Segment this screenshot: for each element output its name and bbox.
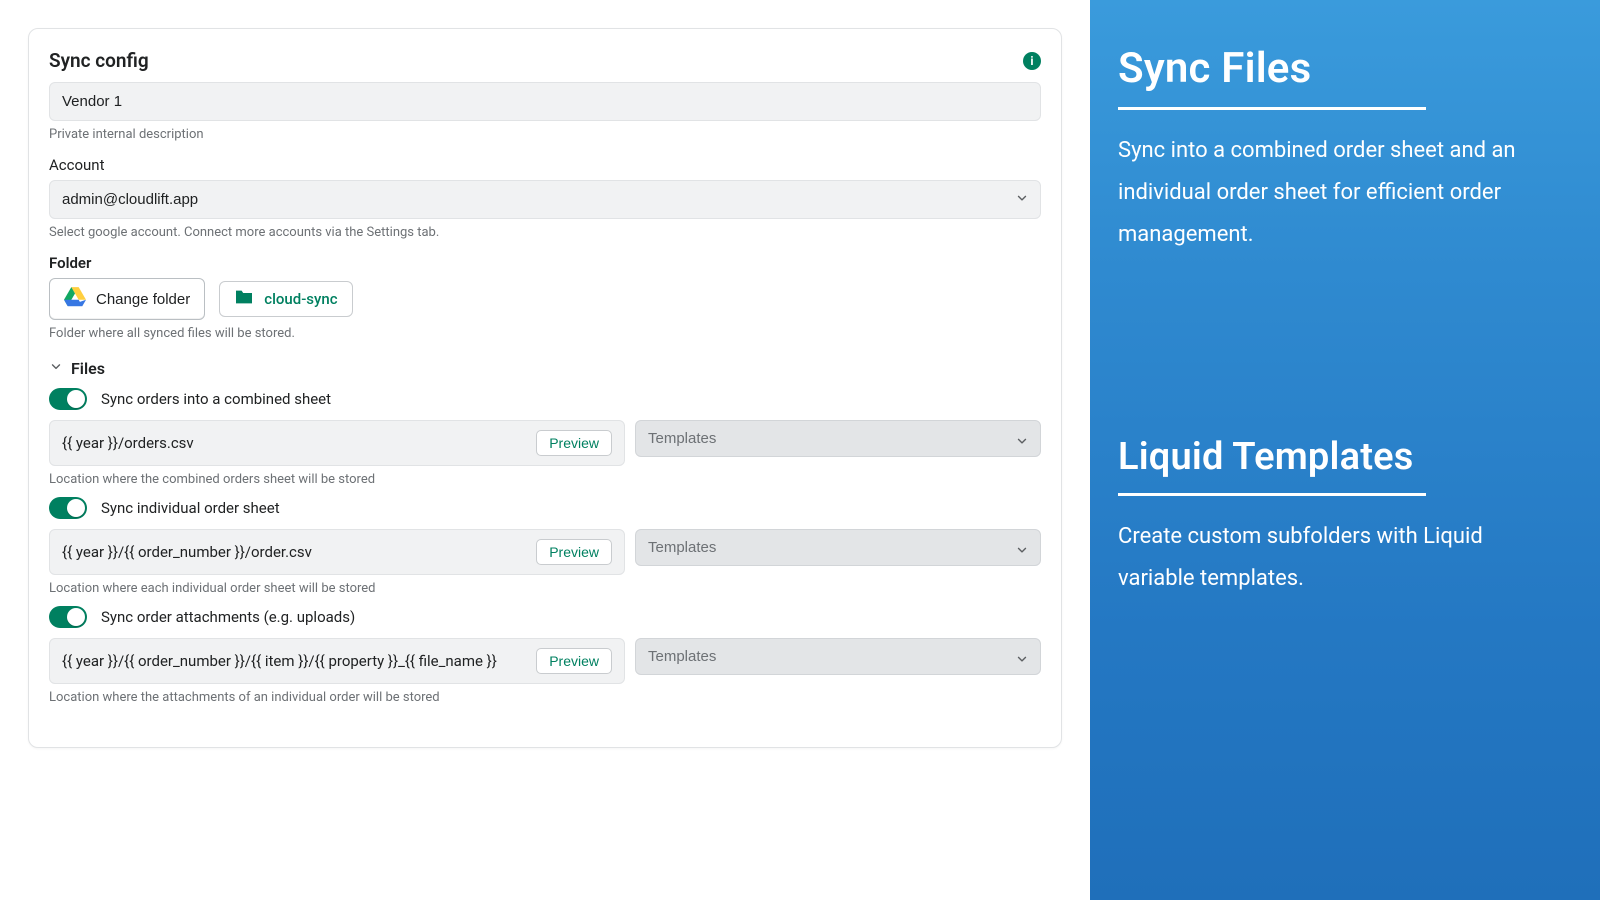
files-section-title: Files: [71, 359, 105, 378]
individual-path-input[interactable]: {{ year }}/{{ order_number }}/order.csv …: [49, 529, 625, 575]
preview-button[interactable]: Preview: [536, 648, 612, 674]
folder-help-text: Folder where all synced files will be st…: [49, 326, 1041, 341]
folder-label: Folder: [49, 254, 1041, 272]
toggle-individual-label: Sync individual order sheet: [101, 499, 280, 517]
toggle-combined-label: Sync orders into a combined sheet: [101, 390, 331, 408]
attachments-path-input[interactable]: {{ year }}/{{ order_number }}/{{ item }}…: [49, 638, 625, 684]
combined-help: Location where the combined orders sheet…: [49, 472, 1041, 487]
toggle-attachments-label: Sync order attachments (e.g. uploads): [101, 608, 355, 626]
change-folder-button[interactable]: Change folder: [49, 278, 205, 320]
individual-help: Location where each individual order she…: [49, 581, 1041, 596]
sidebar-heading-sync: Sync Files: [1118, 44, 1556, 93]
preview-button[interactable]: Preview: [536, 430, 612, 456]
selected-folder-badge[interactable]: cloud-sync: [219, 281, 352, 317]
info-sidebar: Sync Files Sync into a combined order sh…: [1090, 0, 1600, 900]
combined-path-input[interactable]: {{ year }}/orders.csv Preview: [49, 420, 625, 466]
toggle-individual-sheet[interactable]: [49, 497, 87, 519]
templates-select[interactable]: Templates: [635, 420, 1041, 457]
toggle-attachments[interactable]: [49, 606, 87, 628]
sidebar-heading-liquid: Liquid Templates: [1118, 435, 1556, 479]
templates-select[interactable]: Templates: [635, 638, 1041, 675]
info-icon[interactable]: i: [1023, 52, 1041, 70]
attachments-help: Location where the attachments of an ind…: [49, 690, 1041, 705]
sidebar-text-sync: Sync into a combined order sheet and an …: [1118, 130, 1556, 255]
sidebar-text-liquid: Create custom subfolders with Liquid var…: [1118, 516, 1556, 600]
chevron-down-icon: [49, 359, 63, 378]
account-select[interactable]: admin@cloudlift.app: [49, 180, 1041, 219]
account-label: Account: [49, 156, 1041, 174]
preview-button[interactable]: Preview: [536, 539, 612, 565]
files-section-toggle[interactable]: Files: [49, 359, 1041, 378]
divider: [1118, 493, 1426, 496]
main-panel: Sync config i Private internal descripti…: [0, 0, 1090, 900]
sync-config-card: Sync config i Private internal descripti…: [28, 28, 1062, 748]
toggle-combined-sheet[interactable]: [49, 388, 87, 410]
divider: [1118, 107, 1426, 110]
vendor-name-input[interactable]: [49, 82, 1041, 121]
folder-icon: [234, 289, 254, 309]
vendor-help-text: Private internal description: [49, 127, 1041, 142]
card-title: Sync config: [49, 49, 149, 72]
google-drive-icon: [64, 287, 86, 311]
templates-select[interactable]: Templates: [635, 529, 1041, 566]
account-help-text: Select google account. Connect more acco…: [49, 225, 1041, 240]
